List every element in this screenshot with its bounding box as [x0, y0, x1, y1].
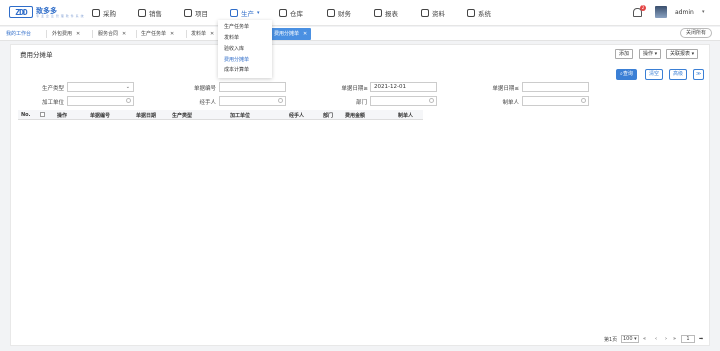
next-page-button[interactable]: ›	[665, 336, 667, 342]
go-page-button[interactable]: ➡	[699, 336, 703, 342]
nav-item-production[interactable]: 生产 ▾	[230, 7, 260, 19]
folder-icon	[421, 9, 429, 17]
tab-outsourcing[interactable]: 外包费用 ✕	[52, 29, 80, 39]
warehouse-icon	[279, 9, 287, 17]
close-icon[interactable]: ✕	[303, 28, 307, 40]
doc-no-input[interactable]	[219, 82, 286, 92]
production-icon	[230, 9, 238, 17]
tab-service-contract[interactable]: 服务合同 ✕	[98, 29, 126, 39]
col-department: 部门	[323, 113, 334, 119]
brand-logo: ZDD	[9, 6, 33, 18]
nav-item-data[interactable]: 资料	[421, 7, 445, 19]
close-all-button[interactable]: 关闭所有	[680, 28, 713, 38]
nav-item-sales[interactable]: 销售	[138, 7, 162, 19]
menu-item-acceptance[interactable]: 验收入库	[224, 45, 244, 52]
system-icon	[467, 9, 475, 17]
filter-type-label: 生产类型	[41, 86, 64, 92]
operate-button[interactable]: 操作 ▾	[639, 49, 662, 59]
add-button[interactable]: 添加	[615, 49, 634, 59]
filter-unit-label: 加工单位	[41, 100, 64, 106]
col-maker: 制单人	[398, 113, 414, 119]
col-operate: 操作	[57, 113, 68, 119]
filter-maker-label: 制单人	[502, 100, 519, 106]
filter-docno-label: 单据编号	[193, 86, 216, 92]
avatar[interactable]	[655, 6, 667, 18]
nav-item-project[interactable]: 项目	[184, 7, 208, 19]
finance-icon	[327, 9, 335, 17]
chevron-down-icon[interactable]: ▾	[702, 9, 705, 15]
nav-item-finance[interactable]: 财务	[327, 7, 351, 19]
last-page-button[interactable]: »	[673, 336, 676, 342]
chevron-down-icon: ⌄	[125, 84, 130, 90]
report-icon	[374, 9, 382, 17]
filter-handler-label: 经手人	[199, 100, 216, 106]
nav-item-report[interactable]: 报表	[374, 7, 398, 19]
col-processing-unit: 加工单位	[230, 113, 251, 119]
col-handler: 经手人	[289, 113, 305, 119]
prev-page-button[interactable]: ‹	[655, 336, 657, 342]
expand-filters-button[interactable]: ≫	[693, 69, 705, 80]
menu-item-production-task[interactable]: 生产任务单	[224, 23, 249, 30]
pager-info: 第1页	[604, 337, 618, 343]
filter-date-to-label: 单据日期≤	[492, 86, 519, 92]
project-icon	[184, 9, 192, 17]
department-input[interactable]	[370, 96, 437, 106]
col-production-type: 生产类型	[172, 113, 193, 119]
menu-item-material-issue[interactable]: 发料单	[224, 34, 239, 41]
page-title: 费用分摊单	[20, 51, 53, 59]
maker-input[interactable]	[522, 96, 589, 106]
processing-unit-input[interactable]	[67, 96, 134, 106]
advanced-button[interactable]: 高级	[669, 69, 688, 80]
menu-item-cost-allocation[interactable]: 费用分摊单	[224, 56, 249, 63]
col-doc-no: 单据编号	[90, 113, 111, 119]
top-nav: ZDD 致多多 专 业 企 业 管 理 软 件 系 统 采购 销售 项目 生产 ▾…	[0, 0, 720, 26]
date-from-input[interactable]: 2021-12-01	[370, 82, 437, 92]
search-icon[interactable]	[429, 98, 434, 103]
select-all-checkbox[interactable]	[40, 112, 45, 117]
related-reports-button[interactable]: 关联报表 ▾	[666, 49, 699, 59]
filter-date-from-label: 单据日期≥	[341, 86, 368, 92]
brand-tagline: 专 业 企 业 管 理 软 件 系 统	[36, 14, 85, 18]
tab-production-task[interactable]: 生产任务单 ✕	[141, 29, 174, 39]
close-icon[interactable]: ✕	[76, 29, 80, 39]
close-icon[interactable]: ✕	[210, 29, 214, 39]
notification-badge: 2	[640, 5, 646, 11]
search-icon[interactable]	[581, 98, 586, 103]
tab-cost-allocation[interactable]: 费用分摊单 ✕	[270, 28, 312, 40]
nav-item-purchase[interactable]: 采购	[92, 7, 116, 19]
search-icon[interactable]	[278, 98, 283, 103]
search-button[interactable]: ⌕查询	[616, 69, 637, 80]
col-doc-date: 单据日期	[136, 113, 157, 119]
nav-item-system[interactable]: 系统	[467, 7, 491, 19]
search-icon[interactable]	[126, 98, 131, 103]
filter-dept-label: 部门	[355, 100, 367, 106]
handler-input[interactable]	[219, 96, 286, 106]
first-page-button[interactable]: «	[643, 336, 646, 342]
menu-item-cost-calculation[interactable]: 成本计算单	[224, 66, 249, 73]
page-size-select[interactable]: 100 ▾	[621, 335, 639, 343]
tab-material-issue[interactable]: 发料单 ✕	[191, 29, 214, 39]
col-no: No.	[21, 112, 31, 118]
page-number-input[interactable]: 1	[681, 335, 695, 343]
tab-workbench[interactable]: 我的工作台	[6, 29, 31, 39]
user-name[interactable]: admin	[675, 9, 694, 16]
nav-item-warehouse[interactable]: 仓库	[279, 7, 303, 19]
chevron-down-icon: ▾	[257, 10, 260, 16]
clear-button[interactable]: 清空	[645, 69, 664, 80]
close-icon[interactable]: ✕	[170, 29, 174, 39]
close-icon[interactable]: ✕	[122, 29, 126, 39]
chart-icon	[138, 9, 146, 17]
production-type-select[interactable]: ⌄	[67, 82, 134, 92]
date-to-input[interactable]	[522, 82, 589, 92]
col-cost-amount: 费用金额	[345, 113, 366, 119]
cart-icon	[92, 9, 100, 17]
